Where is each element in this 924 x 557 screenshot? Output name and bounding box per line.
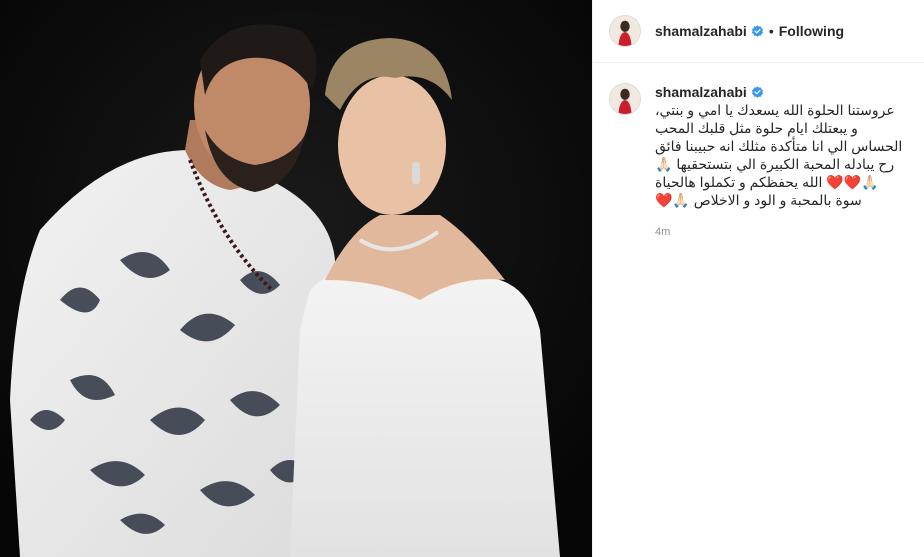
caption-text: عروستنا الحلوة الله يسعدك يا امي و بنتي،… xyxy=(655,102,903,208)
caption-comment: shamalzahabi عروستنا الحلوة الله يسعدك ي… xyxy=(593,63,924,241)
post-timestamp[interactable]: 4m xyxy=(655,223,905,241)
post-header: shamalzahabi • Following xyxy=(593,0,924,63)
caption-username[interactable]: shamalzahabi xyxy=(655,83,747,101)
post-photo[interactable] xyxy=(0,0,592,557)
header-avatar[interactable] xyxy=(609,15,641,47)
following-button[interactable]: Following xyxy=(779,23,844,39)
caption-body: shamalzahabi عروستنا الحلوة الله يسعدك ي… xyxy=(655,83,905,241)
caption-line: shamalzahabi xyxy=(655,83,905,101)
header-username[interactable]: shamalzahabi xyxy=(655,23,747,39)
avatar-image xyxy=(610,16,640,46)
verified-badge-icon xyxy=(751,24,763,37)
caption-avatar[interactable] xyxy=(609,83,641,115)
verified-badge-icon xyxy=(751,85,763,98)
avatar-image xyxy=(610,84,640,114)
header-user-info: shamalzahabi • Following xyxy=(655,23,844,39)
post-sidebar: shamalzahabi • Following shamalzahabi عر… xyxy=(592,0,924,557)
post-photo-image xyxy=(0,0,592,557)
header-separator: • xyxy=(768,23,774,39)
caption-username-wrap: shamalzahabi xyxy=(655,83,764,101)
